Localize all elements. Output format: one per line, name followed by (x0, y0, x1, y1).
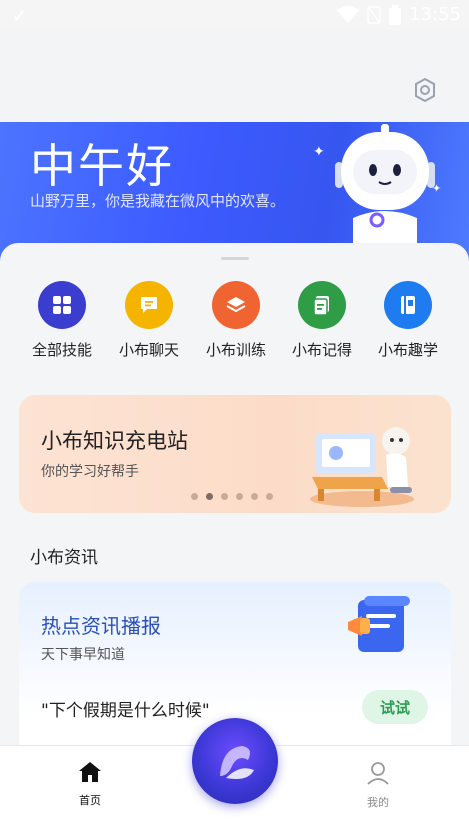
main-sheet: 全部技能 小布聊天 小布训练 小布记得 小布趣学 小布知识充电站 你的学习好帮手… (0, 243, 469, 772)
skill-label: 小布趣学 (377, 341, 438, 359)
news-section-title: 小布资讯 (30, 548, 98, 568)
skill-label: 小布记得 (291, 341, 352, 359)
skill-label: 全部技能 (31, 341, 92, 359)
clock: 13:55 (409, 4, 461, 25)
drag-handle[interactable] (221, 257, 249, 260)
skill-train[interactable]: 小布训练 (191, 281, 281, 360)
skill-label: 小布聊天 (118, 341, 179, 359)
greeting-title: 中午好 (30, 139, 174, 193)
nav-mine-label: 我的 (367, 796, 389, 809)
card-title: 小布知识充电站 (41, 429, 188, 453)
knowledge-station-card[interactable]: 小布知识充电站 你的学习好帮手 (19, 395, 451, 513)
skill-grid: 全部技能 小布聊天 小布训练 小布记得 小布趣学 (0, 281, 469, 371)
check-icon: ✓ (12, 6, 28, 27)
carousel-dot[interactable] (191, 493, 198, 500)
card-subtitle: 天下事早知道 (41, 647, 125, 663)
book-icon (384, 281, 432, 329)
gear-icon (415, 77, 435, 103)
status-icons: 13:55 (337, 4, 461, 25)
voice-assistant-button[interactable] (192, 718, 278, 804)
skill-fun-learn[interactable]: 小布趣学 (363, 281, 453, 360)
carousel-indicator (191, 493, 273, 500)
carousel-dot[interactable] (221, 493, 228, 500)
status-bar: ✓ 13:55 (0, 0, 469, 30)
card-title: 热点资讯播报 (41, 614, 161, 638)
settings-button[interactable] (410, 75, 440, 105)
wifi-icon (337, 5, 360, 23)
skill-label: 小布训练 (205, 341, 266, 359)
skill-all[interactable]: 全部技能 (17, 281, 107, 360)
study-desk-illustration (310, 427, 414, 507)
greeting-banner: 中午好 山野万里，你是我藏在微风中的欢喜。 ✦ ✦ (0, 122, 469, 262)
carousel-dot[interactable] (251, 493, 258, 500)
user-icon (367, 762, 389, 785)
chat-icon (125, 281, 173, 329)
sparkle-icon: ✦ (313, 144, 325, 160)
example-query: "下个假期是什么时候" (41, 701, 210, 721)
layers-icon (212, 281, 260, 329)
robot-mascot (335, 124, 435, 262)
no-sim-icon (367, 5, 381, 24)
try-button[interactable]: 试试 (362, 690, 428, 724)
apps-icon (38, 281, 86, 329)
nav-home[interactable]: 首页 (62, 760, 118, 808)
scroll-megaphone-illustration (348, 596, 410, 652)
assistant-orb-icon (220, 746, 254, 779)
skill-remember[interactable]: 小布记得 (277, 281, 367, 360)
card-subtitle: 你的学习好帮手 (41, 464, 139, 480)
nav-mine[interactable]: 我的 (350, 760, 406, 810)
greeting-subtitle: 山野万里，你是我藏在微风中的欢喜。 (30, 192, 286, 210)
nav-home-label: 首页 (79, 794, 101, 807)
skill-chat[interactable]: 小布聊天 (104, 281, 194, 360)
battery-icon (389, 4, 402, 25)
note-icon (298, 281, 346, 329)
carousel-dot[interactable] (236, 493, 243, 500)
home-icon (79, 762, 101, 782)
carousel-dot[interactable] (266, 493, 273, 500)
carousel-dot-active[interactable] (206, 493, 213, 500)
